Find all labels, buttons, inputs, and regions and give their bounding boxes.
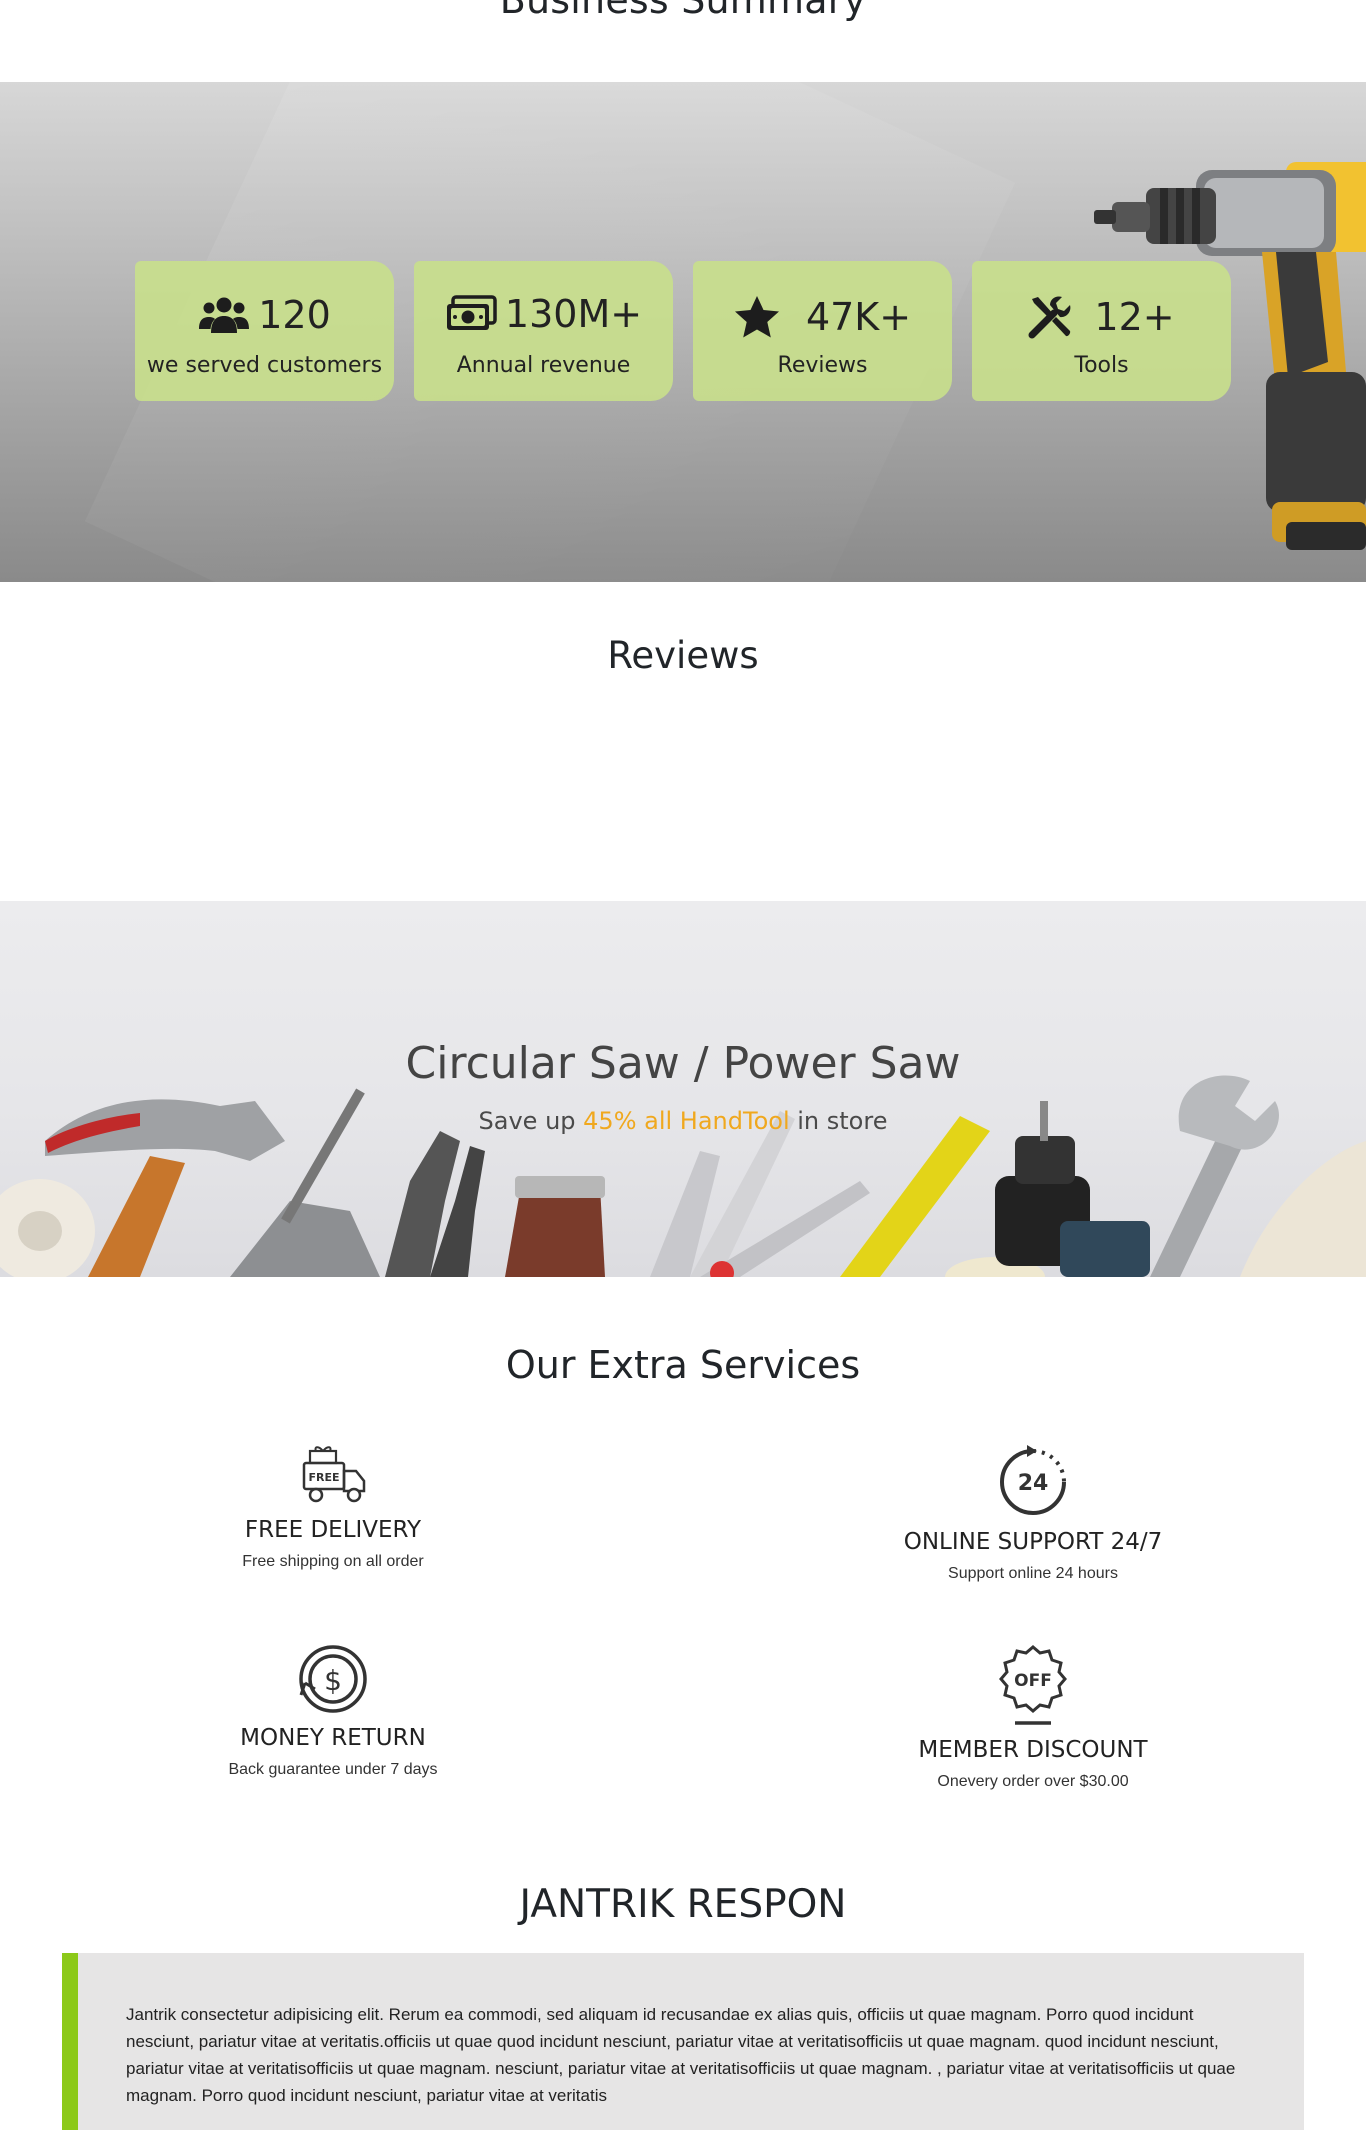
service-free-delivery: FREE FREE DELIVERY Free shipping on all …	[153, 1445, 513, 1571]
service-title: ONLINE SUPPORT 24/7	[903, 1529, 1163, 1555]
users-icon	[199, 297, 250, 333]
service-member-discount: OFF MEMBER DISCOUNT Onevery order over $…	[853, 1643, 1213, 1791]
service-title: MEMBER DISCOUNT	[918, 1737, 1148, 1763]
extra-services-title: Our Extra Services	[505, 1343, 861, 1387]
business-summary-band: 120 we served customers 130M+ Annual rev…	[0, 82, 1366, 582]
hand-tools-image	[0, 1075, 1366, 1277]
money-icon	[446, 295, 497, 330]
service-money-return: $ MONEY RETURN Back guarantee under 7 da…	[153, 1643, 513, 1779]
stat-label: Annual revenue	[456, 353, 631, 378]
stat-label: Reviews	[777, 353, 868, 378]
stat-card-customers: 120 we served customers	[135, 261, 394, 401]
promo-title: Circular Saw / Power Saw	[405, 1038, 961, 1089]
jantrik-quote-box: Jantrik consectetur adipisicing elit. Re…	[62, 1953, 1304, 2130]
stat-value: 120	[258, 293, 331, 337]
discount-off-icon: OFF	[999, 1645, 1067, 1725]
drill-image	[1094, 162, 1366, 550]
service-title: MONEY RETURN	[240, 1725, 426, 1751]
free-delivery-truck-icon: FREE	[302, 1446, 366, 1503]
service-desc: Back guarantee under 7 days	[228, 1761, 438, 1778]
stat-card-revenue: 130M+ Annual revenue	[414, 261, 673, 401]
service-online-support: 24 ONLINE SUPPORT 24/7 Support online 24…	[853, 1445, 1213, 1583]
svg-text:OFF: OFF	[1014, 1671, 1052, 1691]
support-24-icon: 24	[1000, 1445, 1066, 1515]
service-title: FREE DELIVERY	[244, 1517, 422, 1543]
promo-subtitle-before: Save up	[478, 1107, 584, 1135]
tools-icon	[1028, 296, 1071, 339]
svg-text:FREE: FREE	[308, 1471, 339, 1484]
service-desc: Onevery order over $30.00	[937, 1773, 1129, 1790]
promo-subtitle-after: in store	[789, 1107, 888, 1135]
stat-label: we served customers	[146, 353, 383, 378]
service-desc: Support online 24 hours	[948, 1565, 1118, 1582]
money-return-icon: $	[299, 1645, 367, 1713]
promo-subtitle: Save up 45% all HandTool in store	[0, 1107, 1366, 1135]
svg-text:24: 24	[1018, 1471, 1049, 1496]
business-summary-title: Business Summary	[499, 0, 867, 22]
stat-value: 47K+	[805, 295, 912, 339]
stat-card-reviews: 47K+ Reviews	[693, 261, 952, 401]
promo-subtitle-highlight: 45% all HandTool	[583, 1107, 790, 1135]
stat-value: 130M+	[504, 292, 643, 336]
reviews-title: Reviews	[607, 634, 759, 677]
svg-text:$: $	[324, 1664, 342, 1697]
star-icon	[734, 296, 779, 338]
service-desc: Free shipping on all order	[242, 1553, 424, 1570]
jantrik-quote-text: Jantrik consectetur adipisicing elit. Re…	[126, 2005, 1236, 2105]
jantrik-respon-title: JANTRIK RESPON	[519, 1882, 847, 1927]
promo-banner: Circular Saw / Power Saw Save up 45% all…	[0, 901, 1366, 1277]
